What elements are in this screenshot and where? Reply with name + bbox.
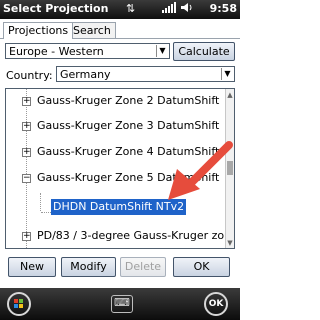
expand-icon[interactable]: + — [22, 148, 31, 157]
ok-button[interactable]: OK — [173, 257, 230, 277]
window-title: Select Projection — [3, 2, 109, 15]
tab-projections[interactable]: Projections — [3, 22, 74, 39]
expand-icon[interactable]: + — [22, 232, 31, 241]
expand-icon[interactable]: + — [22, 122, 31, 131]
clock: 9:58 — [209, 2, 237, 15]
windows-flag-icon — [14, 299, 23, 308]
country-combo[interactable]: Germany ▼ — [56, 66, 235, 82]
modify-button[interactable]: Modify — [61, 257, 116, 277]
chevron-down-icon: ▼ — [221, 68, 233, 80]
volume-icon — [181, 2, 193, 17]
region-combo[interactable]: Europe - Western ▼ — [5, 43, 170, 59]
tab-search[interactable]: Search — [68, 22, 116, 38]
chevron-down-icon: ▼ — [156, 45, 168, 57]
keyboard-icon[interactable]: ⌨ — [111, 295, 133, 313]
tree-node[interactable]: Gauss-Kruger Zone 3 DatumShift — [37, 119, 219, 133]
tree-branch-line — [40, 193, 41, 211]
expand-icon[interactable]: + — [22, 97, 31, 106]
tree-node[interactable]: PD/83 / 3-degree Gauss-Kruger zon — [37, 229, 231, 243]
region-combo-value: Europe - Western — [9, 45, 104, 58]
dual-arrows-icon: ⇅ — [126, 2, 136, 15]
collapse-icon[interactable]: − — [22, 174, 31, 183]
start-button[interactable] — [7, 292, 31, 316]
scroll-up-icon[interactable]: ▲ — [226, 91, 234, 99]
ok-close-button[interactable]: OK — [204, 292, 228, 316]
country-label: Country: — [6, 69, 53, 82]
tree-node[interactable]: Gauss-Kruger Zone 2 DatumShift — [37, 94, 219, 108]
tree-branch-line — [41, 212, 51, 213]
country-combo-value: Germany — [60, 68, 111, 81]
signal-bars-icon — [162, 2, 176, 17]
calculate-button[interactable]: Calculate — [173, 42, 235, 61]
tree-trunk-line — [26, 89, 27, 248]
title-bar: Select Projection ⇅ 9:58 — [0, 0, 240, 19]
taskbar: ⌨ OK — [0, 288, 240, 320]
scroll-down-icon[interactable]: ▼ — [226, 239, 234, 247]
new-button[interactable]: New — [8, 257, 56, 277]
annotation-arrow-icon — [168, 141, 233, 200]
delete-button[interactable]: Delete — [120, 257, 166, 277]
